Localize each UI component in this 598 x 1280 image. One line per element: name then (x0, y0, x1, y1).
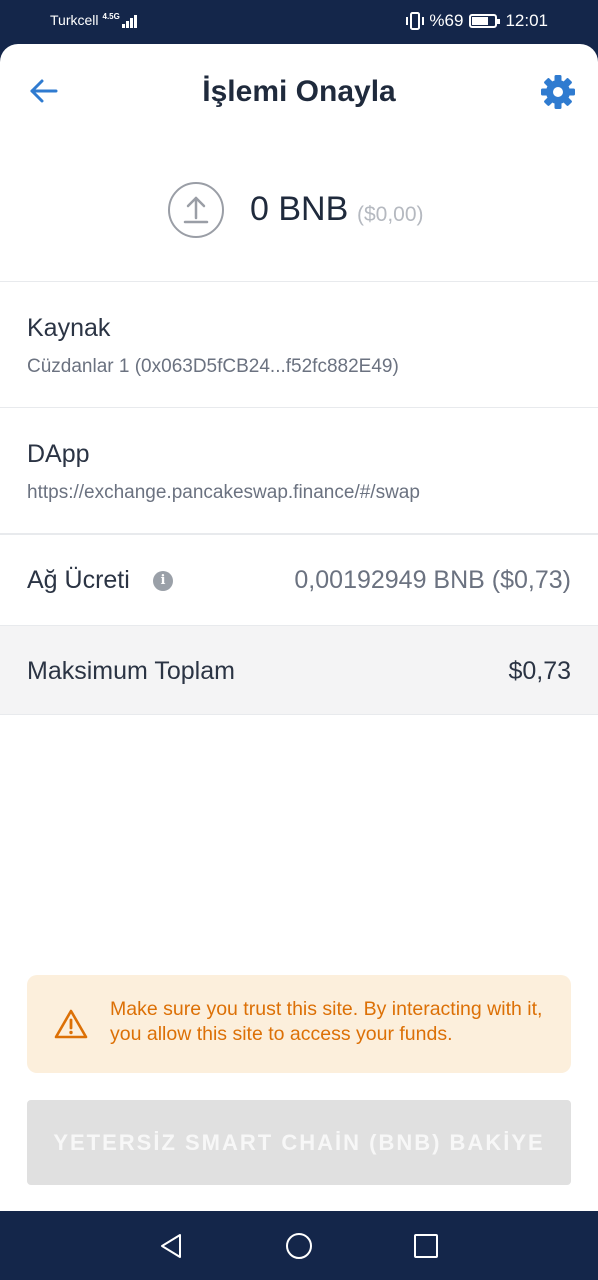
page-title: İşlemi Onayla (202, 75, 396, 108)
insufficient-balance-button[interactable]: YETERSİZ SMART CHAİN (BNB) BAKİYE (27, 1100, 571, 1185)
upload-icon (168, 182, 224, 238)
gear-icon[interactable] (540, 74, 576, 110)
source-value: Cüzdanlar 1 (0x063D5fCB24...f52fc882E49) (27, 356, 399, 377)
recents-square-icon[interactable] (411, 1231, 441, 1261)
clock: 12:01 (505, 11, 548, 30)
network-fee-value: 0,00192949 BNB ($0,73) (294, 566, 571, 594)
source-label: Kaynak (27, 314, 111, 342)
max-total-row: Maksimum Toplam $0,73 (0, 625, 598, 715)
dapp-url: https://exchange.pancakeswap.finance/#/s… (27, 482, 420, 503)
back-triangle-icon[interactable] (156, 1231, 186, 1261)
divider (0, 533, 598, 535)
status-right: %69 12:01 (405, 11, 548, 31)
status-bar: Turkcell 4.5G %69 12:01 (0, 0, 598, 44)
amount-summary: 0 BNB ($0,00) (0, 180, 598, 242)
battery-percent: %69 (429, 11, 464, 30)
warning-text: Make sure you trust this site. By intera… (110, 998, 543, 1045)
amount-value: 0 BNB (250, 190, 349, 228)
max-total-label: Maksimum Toplam (27, 657, 235, 685)
divider (0, 407, 598, 408)
max-total-value: $0,73 (508, 657, 571, 685)
trust-warning: Make sure you trust this site. By intera… (27, 975, 571, 1073)
home-circle-icon[interactable] (284, 1231, 314, 1261)
divider (0, 281, 598, 282)
carrier-name: Turkcell (50, 12, 99, 28)
amount-fiat: ($0,00) (357, 203, 424, 226)
dapp-label: DApp (27, 440, 90, 468)
battery-icon (469, 14, 501, 28)
info-icon[interactable]: i (153, 571, 173, 591)
system-nav-bar (0, 1211, 598, 1280)
network-type: 4.5G (102, 12, 120, 21)
confirm-transaction-screen: İşlemi Onayla 0 BNB ($0,00) Kaynak Cüzda… (0, 44, 598, 1211)
status-left: Turkcell 4.5G (50, 12, 138, 28)
header: İşlemi Onayla (0, 44, 598, 140)
vibrate-icon (406, 12, 425, 30)
battery-fill (472, 17, 488, 25)
warning-triangle-icon (54, 1009, 88, 1039)
network-fee-label: Ağ Ücreti (27, 566, 130, 594)
signal-icon (121, 14, 138, 28)
